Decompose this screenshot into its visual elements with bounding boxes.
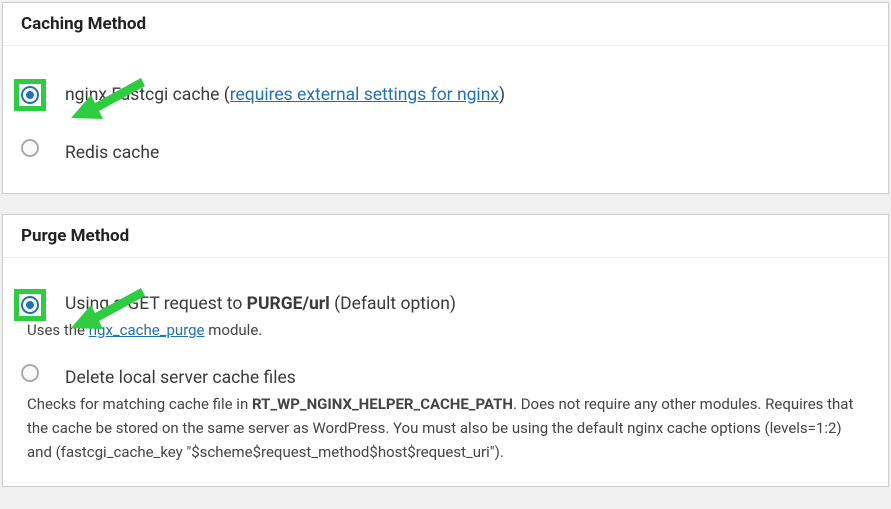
option-redis-cache: Redis cache: [21, 139, 870, 163]
purge-method-panel: Purge Method Using a GET request to PURG…: [2, 214, 889, 488]
radio-nginx-fastcgi[interactable]: [21, 86, 39, 104]
radio-redis-cache[interactable]: [21, 139, 39, 157]
caching-method-title: Caching Method: [3, 3, 888, 46]
radio-get-purge[interactable]: [21, 296, 39, 314]
option-get-purge: Using a GET request to PURGE/url (Defaul…: [21, 294, 870, 315]
nginx-settings-link[interactable]: requires external settings for nginx: [230, 85, 499, 105]
purge-method-body: Using a GET request to PURGE/url (Defaul…: [3, 258, 888, 487]
caching-method-panel: Caching Method nginx Fastcgi cache (requ…: [2, 2, 889, 194]
radio-delete-local[interactable]: [21, 364, 39, 382]
caching-method-body: nginx Fastcgi cache (requires external s…: [3, 46, 888, 193]
option-get-purge-label: Using a GET request to PURGE/url (Defaul…: [65, 294, 456, 314]
option-nginx-fastcgi-label: nginx Fastcgi cache (requires external s…: [65, 85, 505, 105]
option-delete-local-desc: Checks for matching cache file in RT_WP_…: [27, 392, 870, 464]
option-get-purge-desc: Uses the ngx_cache_purge module.: [27, 318, 870, 342]
option-delete-local: Delete local server cache files: [21, 364, 870, 388]
option-nginx-fastcgi: nginx Fastcgi cache (requires external s…: [21, 84, 870, 105]
option-delete-local-label: Delete local server cache files: [65, 368, 296, 388]
purge-method-title: Purge Method: [3, 215, 888, 258]
option-redis-cache-label: Redis cache: [65, 143, 159, 163]
ngx-cache-purge-link[interactable]: ngx_cache_purge: [89, 321, 205, 339]
